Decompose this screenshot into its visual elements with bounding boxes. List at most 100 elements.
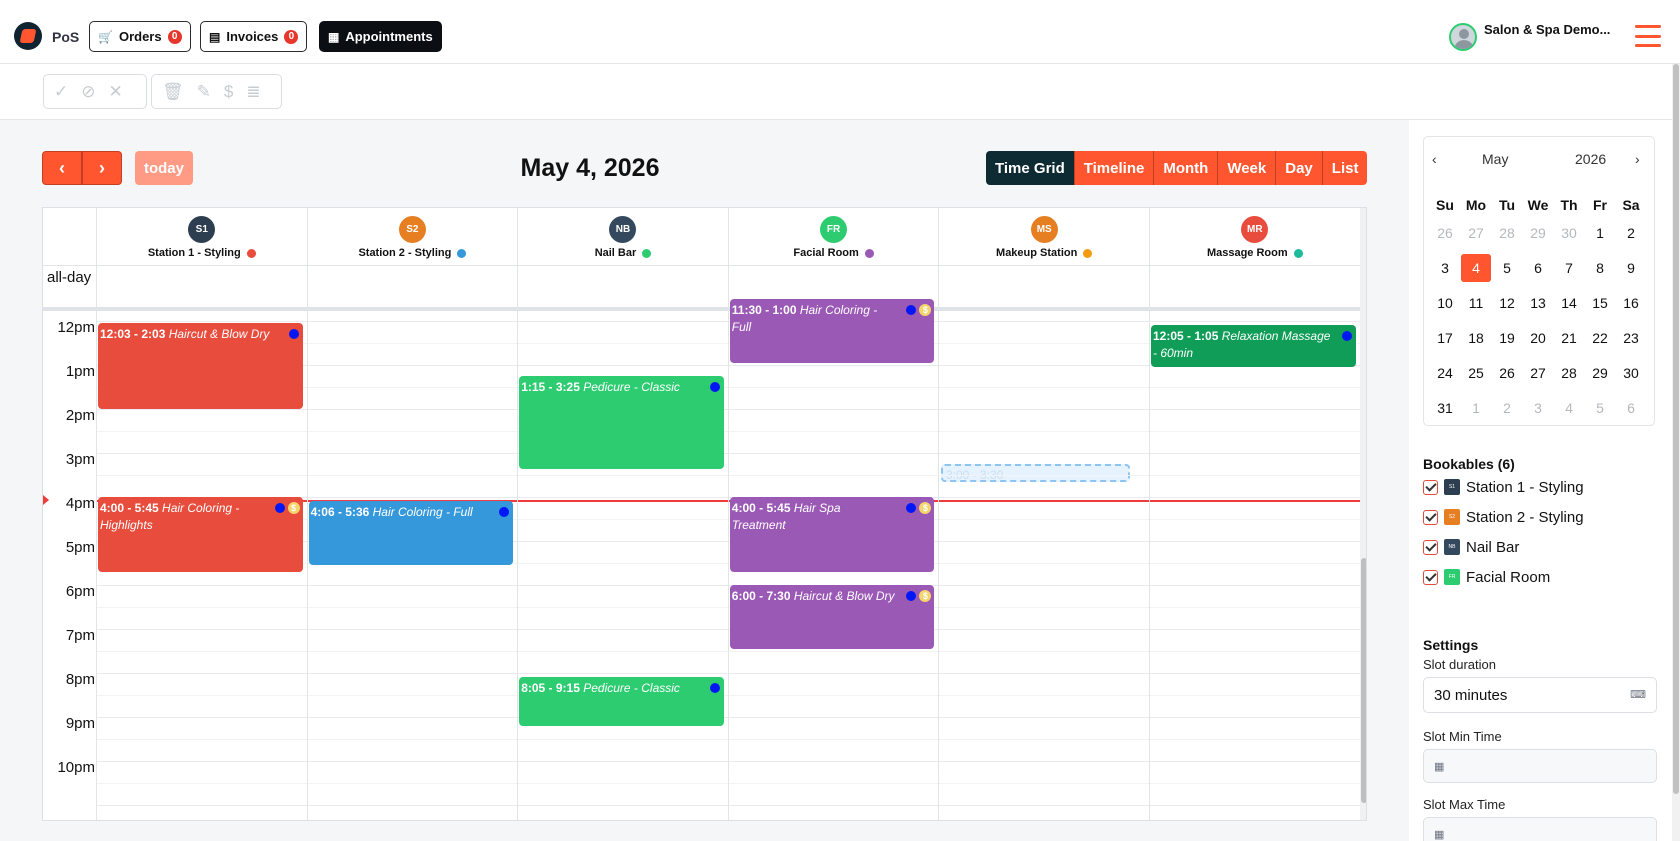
mini-month[interactable]: May — [1482, 151, 1508, 167]
page-scrollbar[interactable] — [1672, 64, 1680, 841]
mini-day[interactable]: 10 — [1430, 289, 1460, 317]
appointments-button[interactable]: ▦ Appointments — [319, 21, 442, 52]
resource-header[interactable]: MS Makeup Station — [938, 208, 1149, 265]
mini-day[interactable]: 27 — [1461, 219, 1491, 247]
time-grid-body[interactable]: 3:00 - 3:30 12pm 1pm 2pm 3pm 4pm 5pm 6pm 7pm 8pm… — [43, 299, 1360, 820]
close-icon[interactable]: ✕ — [109, 82, 123, 102]
mini-day[interactable]: 4 — [1554, 394, 1584, 422]
slot-min-time-input[interactable]: ▦ — [1423, 749, 1657, 783]
mini-day[interactable]: 9 — [1616, 254, 1646, 282]
slot-duration-select[interactable]: 30 minutes ⌨ — [1423, 677, 1657, 713]
view-button-timeline[interactable]: Timeline — [1074, 151, 1155, 185]
checkbox-checked[interactable] — [1423, 479, 1438, 495]
mini-day[interactable]: 26 — [1430, 219, 1460, 247]
mini-day[interactable]: 29 — [1523, 219, 1553, 247]
bookable-item[interactable]: FR Facial Room — [1423, 566, 1550, 588]
mini-day[interactable]: 20 — [1523, 324, 1553, 352]
invoices-button[interactable]: ▤ Invoices 0 — [200, 21, 308, 52]
mini-day[interactable]: 17 — [1430, 324, 1460, 352]
mini-day[interactable]: 1 — [1585, 219, 1615, 247]
mini-day[interactable]: 8 — [1585, 254, 1615, 282]
mini-day[interactable]: 3 — [1430, 254, 1460, 282]
dollar-icon[interactable]: $ — [224, 82, 233, 102]
today-button[interactable]: today — [135, 151, 193, 185]
selection-placeholder[interactable]: 3:00 - 3:30 — [941, 464, 1130, 482]
mini-day[interactable]: 29 — [1585, 359, 1615, 387]
checkbox-checked[interactable] — [1423, 539, 1438, 555]
view-button-week[interactable]: Week — [1218, 151, 1277, 185]
next-button[interactable]: › — [82, 151, 122, 185]
checkbox-checked[interactable] — [1423, 569, 1438, 585]
view-button-list[interactable]: List — [1322, 151, 1368, 185]
appointment-event[interactable]: 6:00 - 7:30 Haircut & Blow Dry $ — [729, 585, 935, 649]
mini-day[interactable]: 4 — [1461, 254, 1491, 282]
resource-header[interactable]: NB Nail Bar — [517, 208, 728, 265]
user-name[interactable]: Salon & Spa Demo... — [1484, 22, 1610, 37]
appointment-event[interactable]: 4:06 - 5:36 Hair Coloring - Full — [308, 501, 514, 566]
mini-next-icon[interactable]: › — [1635, 151, 1640, 167]
bookable-item[interactable]: NB Nail Bar — [1423, 536, 1519, 558]
appointment-event[interactable]: 12:03 - 2:03 Haircut & Blow Dry — [98, 323, 303, 410]
mini-day[interactable]: 6 — [1616, 394, 1646, 422]
mini-day[interactable]: 30 — [1554, 219, 1584, 247]
appointment-event[interactable]: 8:05 - 9:15 Pedicure - Classic — [519, 676, 724, 726]
no-show-icon[interactable]: ⊘ — [81, 82, 95, 102]
mini-day[interactable]: 22 — [1585, 324, 1615, 352]
calendar-scrollbar[interactable] — [1360, 208, 1366, 820]
mini-day[interactable]: 31 — [1430, 394, 1460, 422]
mini-day[interactable]: 6 — [1523, 254, 1553, 282]
menu-icon[interactable] — [1635, 25, 1661, 47]
appointment-event[interactable]: 4:00 - 5:45 Hair Spa Treatment $ — [729, 497, 935, 572]
mini-day[interactable]: 2 — [1616, 219, 1646, 247]
check-icon[interactable]: ✓ — [54, 82, 68, 102]
brand-label[interactable]: PoS — [52, 29, 79, 45]
slot-max-time-input[interactable]: ▦ — [1423, 817, 1657, 841]
mini-day[interactable]: 5 — [1492, 254, 1522, 282]
mini-year[interactable]: 2026 — [1575, 151, 1606, 167]
resource-header[interactable]: S2 Station 2 - Styling — [306, 208, 518, 265]
mini-day[interactable]: 2 — [1492, 394, 1522, 422]
calendar-scrollbar-thumb[interactable] — [1361, 558, 1366, 803]
mini-day[interactable]: 30 — [1616, 359, 1646, 387]
mini-day[interactable]: 16 — [1616, 289, 1646, 317]
appointment-event[interactable]: 12:05 - 1:05 Relaxation Massage - 60min — [1151, 324, 1356, 367]
mini-day[interactable]: 11 — [1461, 289, 1491, 317]
page-scrollbar-thumb[interactable] — [1673, 64, 1679, 794]
view-button-time-grid[interactable]: Time Grid — [986, 151, 1075, 185]
view-button-day[interactable]: Day — [1276, 151, 1323, 185]
orders-button[interactable]: 🛒 Orders 0 — [89, 21, 191, 52]
mini-day[interactable]: 24 — [1430, 359, 1460, 387]
mini-day[interactable]: 25 — [1461, 359, 1491, 387]
mini-day[interactable]: 27 — [1523, 359, 1553, 387]
mini-day[interactable]: 19 — [1492, 324, 1522, 352]
resource-header[interactable]: MR Massage Room — [1149, 208, 1360, 265]
resource-header[interactable]: S1 Station 1 - Styling — [96, 208, 307, 265]
appointment-event[interactable]: 4:00 - 5:45 Hair Coloring - Highlights $ — [98, 497, 303, 572]
mini-day[interactable]: 15 — [1585, 289, 1615, 317]
appointment-event[interactable]: 11:30 - 1:00 Hair Coloring - Full $ — [729, 299, 935, 363]
mini-day[interactable]: 28 — [1554, 359, 1584, 387]
mini-day[interactable]: 23 — [1616, 324, 1646, 352]
mini-day[interactable]: 13 — [1523, 289, 1553, 317]
bookable-item[interactable]: S1 Station 1 - Styling — [1423, 476, 1584, 498]
brand-logo-icon[interactable] — [14, 22, 42, 50]
view-button-month[interactable]: Month — [1154, 151, 1219, 185]
mini-day[interactable]: 1 — [1461, 394, 1491, 422]
mini-day[interactable]: 26 — [1492, 359, 1522, 387]
bookable-item[interactable]: S2 Station 2 - Styling — [1423, 506, 1584, 528]
mini-day[interactable]: 21 — [1554, 324, 1584, 352]
all-day-row[interactable] — [43, 265, 1360, 311]
mini-day[interactable]: 28 — [1492, 219, 1522, 247]
edit-icon[interactable]: ✎ — [197, 82, 211, 102]
resource-header[interactable]: FR Facial Room — [727, 208, 939, 265]
mini-day[interactable]: 3 — [1523, 394, 1553, 422]
mini-prev-icon[interactable]: ‹ — [1432, 151, 1437, 167]
user-avatar[interactable] — [1449, 23, 1477, 51]
mini-day[interactable]: 12 — [1492, 289, 1522, 317]
prev-button[interactable]: ‹ — [42, 151, 82, 185]
mini-day[interactable]: 14 — [1554, 289, 1584, 317]
payment-icon[interactable]: ≣ — [246, 82, 260, 102]
mini-day[interactable]: 7 — [1554, 254, 1584, 282]
mini-day[interactable]: 18 — [1461, 324, 1491, 352]
appointment-event[interactable]: 1:15 - 3:25 Pedicure - Classic — [519, 376, 724, 470]
